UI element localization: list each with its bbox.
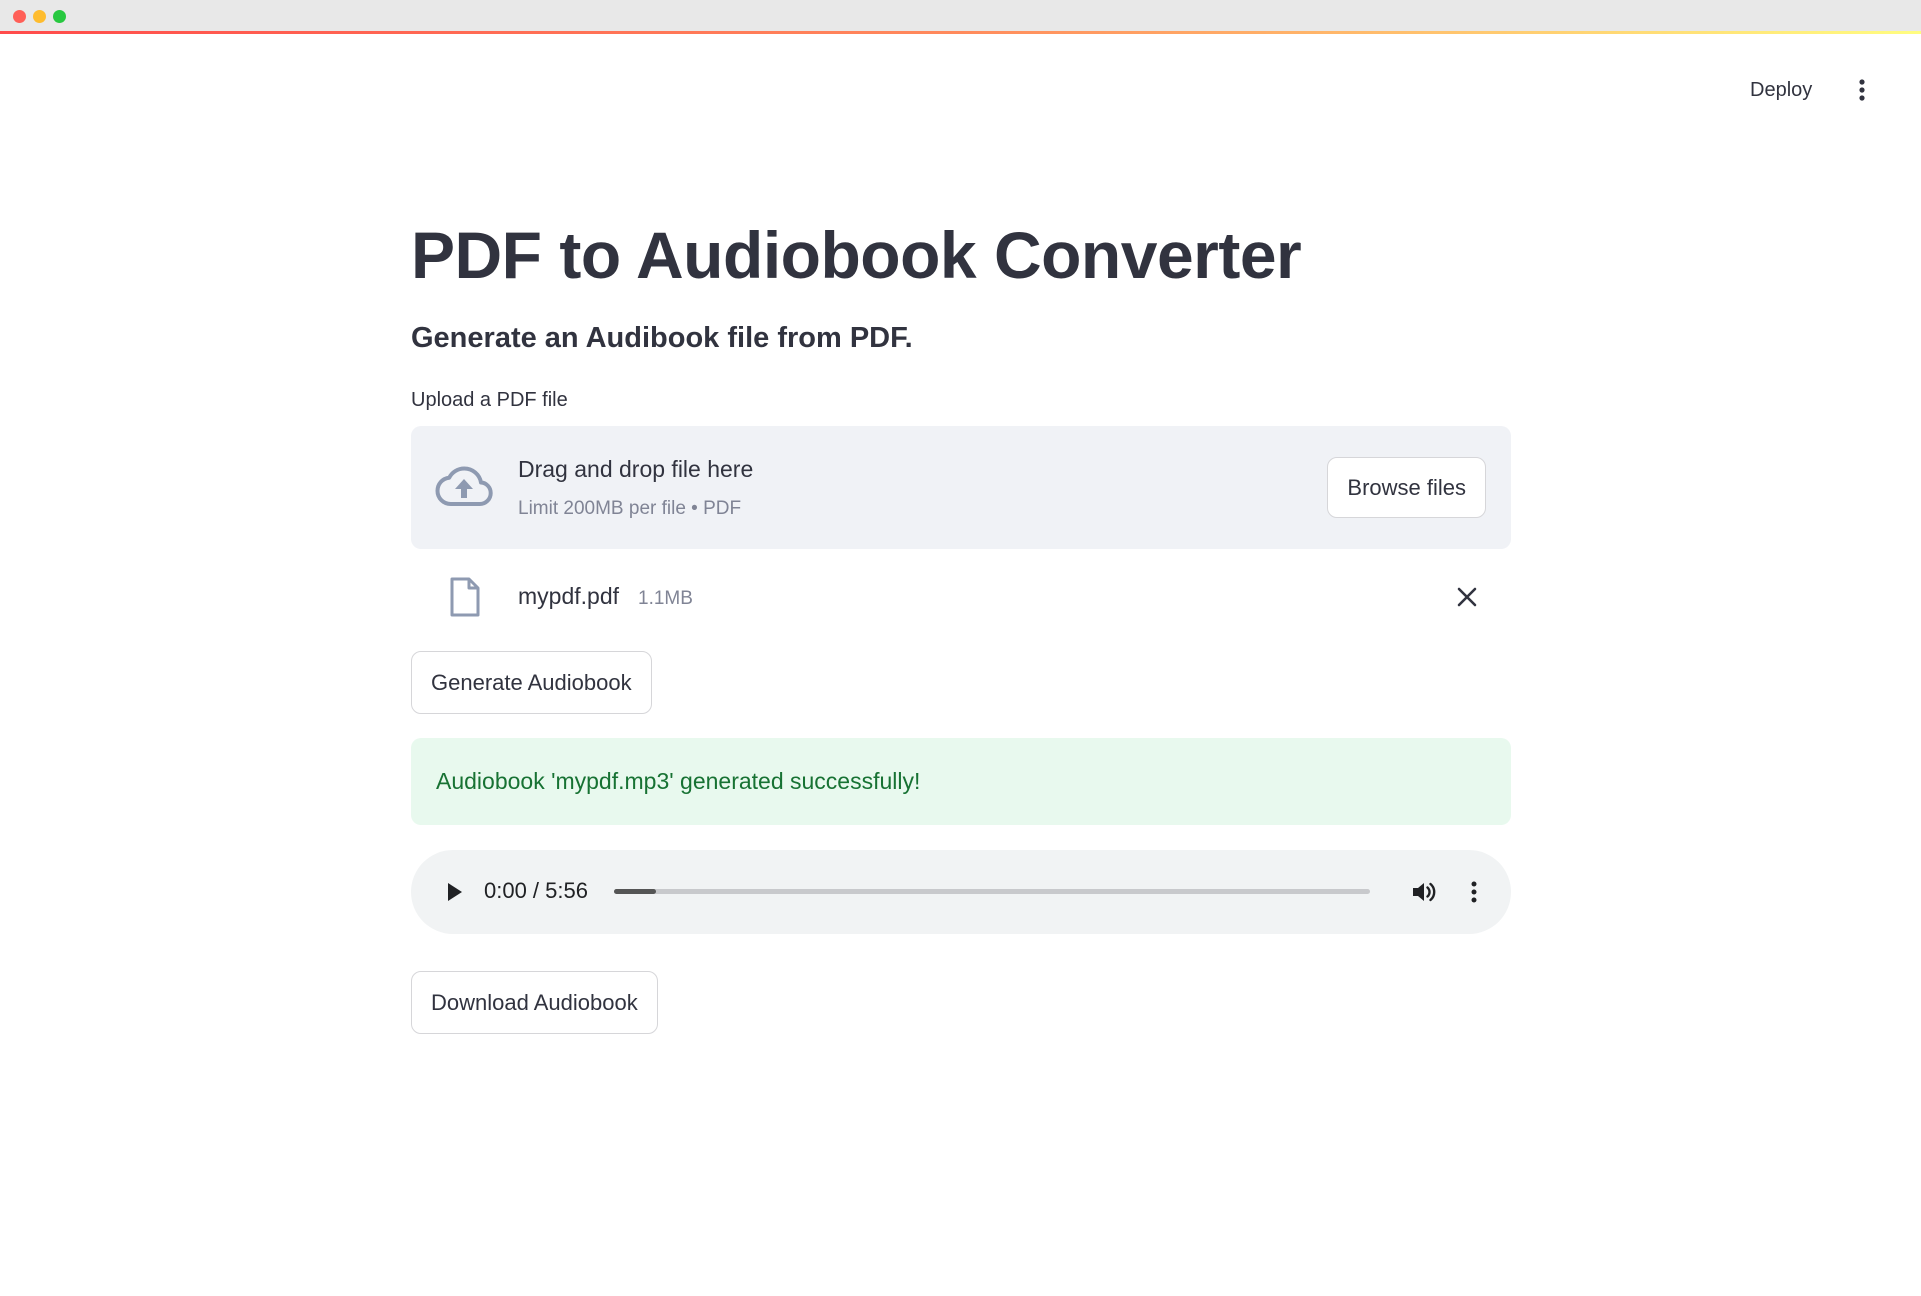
play-button[interactable] <box>435 872 475 912</box>
uploaded-file-size: 1.1MB <box>638 588 693 609</box>
title-bar <box>0 0 1921 33</box>
audio-time-display: 0:00 / 5:56 <box>484 878 588 903</box>
main-content: PDF to Audiobook Converter Generate an A… <box>411 200 1511 1034</box>
success-message: Audiobook 'mypdf.mp3' generated successf… <box>436 768 921 794</box>
volume-icon <box>1413 882 1436 902</box>
page-subtitle: Generate an Audibook file from PDF. <box>411 322 913 354</box>
volume-button[interactable] <box>1404 872 1444 912</box>
deploy-button[interactable]: Deploy <box>1740 72 1822 108</box>
file-icon <box>450 577 480 617</box>
more-vertical-icon <box>1471 881 1477 903</box>
dropzone-limit-text: Limit 200MB per file • PDF <box>518 498 742 519</box>
audio-progress-fill <box>614 889 656 894</box>
page-title: PDF to Audiobook Converter <box>411 217 1302 292</box>
app-window: Deploy PDF to Audiobook Converter Genera… <box>0 0 1921 1296</box>
uploader-label: Upload a PDF file <box>411 389 568 411</box>
uploaded-file-row: mypdf.pdf 1.1MB <box>411 549 1511 649</box>
minimize-window-button[interactable] <box>33 10 46 23</box>
browse-files-button[interactable]: Browse files <box>1327 457 1486 518</box>
audio-more-options-button[interactable] <box>1454 872 1494 912</box>
play-icon <box>448 883 462 901</box>
header-decoration <box>0 31 1921 34</box>
generate-audiobook-button[interactable]: Generate Audiobook <box>411 651 652 714</box>
cloud-upload-icon <box>435 466 493 506</box>
audio-progress-bar[interactable] <box>614 889 1370 894</box>
more-vertical-icon <box>1859 79 1865 101</box>
audio-player: 0:00 / 5:56 <box>411 850 1511 934</box>
dropzone-title: Drag and drop file here <box>518 456 754 482</box>
success-alert: Audiobook 'mypdf.mp3' generated successf… <box>411 738 1511 825</box>
maximize-window-button[interactable] <box>53 10 66 23</box>
uploaded-file-name: mypdf.pdf <box>518 583 619 609</box>
main-menu-button[interactable] <box>1844 72 1880 108</box>
remove-file-button[interactable] <box>1447 577 1487 617</box>
file-dropzone[interactable]: Drag and drop file here Limit 200MB per … <box>411 426 1511 549</box>
close-window-button[interactable] <box>13 10 26 23</box>
close-icon <box>1457 587 1477 607</box>
download-audiobook-button[interactable]: Download Audiobook <box>411 971 658 1034</box>
